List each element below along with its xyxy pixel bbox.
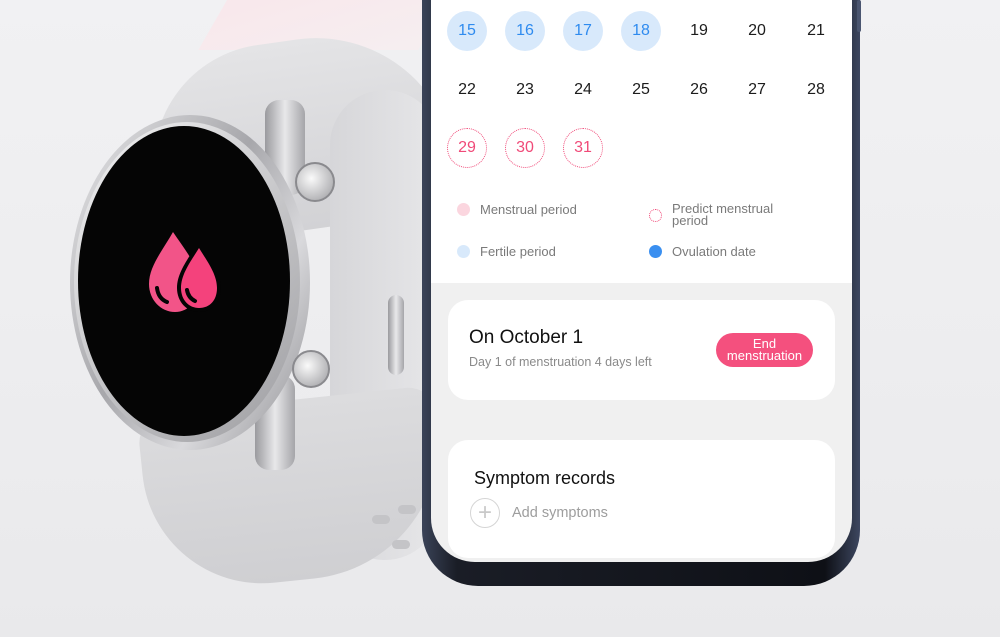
blood-drops-icon [149, 232, 221, 312]
period-subtitle: Day 1 of menstruation 4 days left [469, 355, 652, 369]
band-hole [372, 515, 390, 524]
calendar-day[interactable]: 24 [563, 70, 603, 110]
band-buckle [388, 295, 404, 375]
calendar-day-predict[interactable]: 29 [447, 128, 487, 168]
calendar-day-fertile[interactable]: 17 [563, 11, 603, 51]
menstrual-dot-icon [457, 203, 470, 216]
calendar-day[interactable]: 23 [505, 70, 545, 110]
phone-side-button [857, 0, 861, 32]
legend-menstrual: Menstrual period [457, 203, 577, 216]
calendar-day-predict[interactable]: 30 [505, 128, 545, 168]
period-title: On October 1 [469, 327, 584, 348]
legend-label: Menstrual period [480, 201, 577, 217]
symptom-title: Symptom records [474, 468, 616, 488]
calendar: 15 16 17 18 19 20 21 22 23 24 25 26 27 28 29 30 31 [431, 0, 852, 283]
calendar-day-fertile[interactable]: 18 [621, 11, 661, 51]
symptom-card: Symptom records + Add symptoms [448, 440, 835, 558]
predict-dotted-circle-icon [649, 208, 662, 222]
phone-screen: 15 16 17 18 19 20 21 22 23 24 25 26 27 28 29 30 31 Menst… [431, 0, 852, 562]
calendar-day[interactable]: 22 [447, 70, 487, 110]
ovulation-dot-icon [649, 245, 662, 258]
add-symptoms-label: Add symptoms [512, 505, 608, 521]
calendar-day[interactable]: 28 [796, 70, 836, 110]
calendar-day[interactable]: 26 [679, 70, 719, 110]
period-card: On October 1 Day 1 of menstruation 4 day… [448, 300, 835, 400]
legend-label: Predict menstrual period [672, 201, 774, 228]
band-hole [398, 505, 416, 514]
legend-label: Fertile period [480, 243, 556, 259]
legend-ovulation: Ovulation date [649, 245, 756, 258]
legend-predict: Predict menstrual period [649, 201, 789, 228]
plus-icon: + [470, 498, 500, 528]
calendar-day[interactable]: 19 [679, 11, 719, 51]
legend-label: Ovulation date [672, 243, 756, 259]
watch-button[interactable] [292, 350, 330, 388]
add-symptoms-button[interactable]: + Add symptoms [470, 498, 608, 528]
end-menstruation-button[interactable]: End menstruation [716, 333, 813, 367]
calendar-day[interactable]: 20 [737, 11, 777, 51]
watch-crown[interactable] [295, 162, 335, 202]
calendar-day[interactable]: 27 [737, 70, 777, 110]
calendar-day-predict[interactable]: 31 [563, 128, 603, 168]
calendar-day[interactable]: 21 [796, 11, 836, 51]
calendar-day[interactable]: 25 [621, 70, 661, 110]
legend-fertile: Fertile period [457, 245, 556, 258]
band-hole [392, 540, 410, 549]
calendar-day-fertile[interactable]: 16 [505, 11, 545, 51]
calendar-day-fertile[interactable]: 15 [447, 11, 487, 51]
fertile-dot-icon [457, 245, 470, 258]
